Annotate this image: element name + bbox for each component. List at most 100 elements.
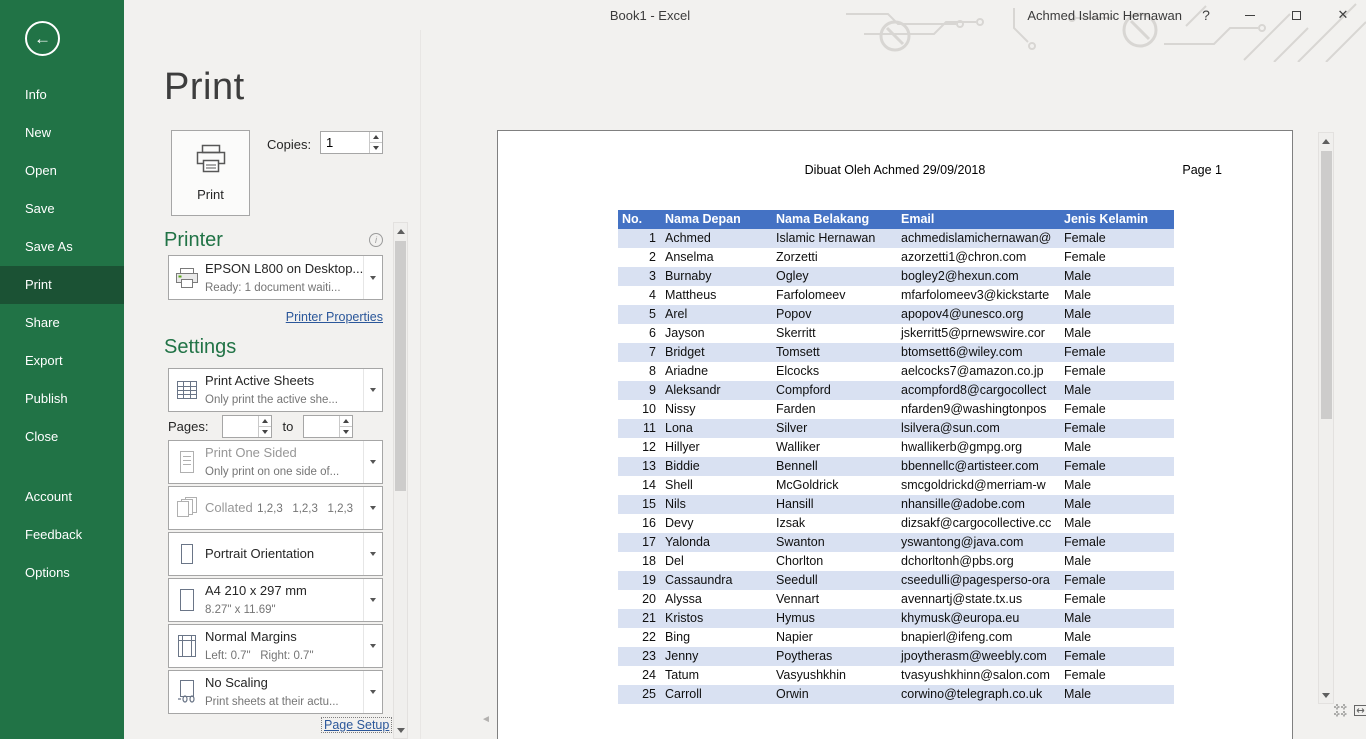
pages-label: Pages:	[168, 419, 208, 434]
table-cell: 19	[618, 571, 661, 590]
setting-title: Collated	[205, 500, 253, 515]
copies-decrement-button[interactable]	[370, 143, 382, 153]
table-cell: Female	[1060, 362, 1174, 381]
pages-to-decrement[interactable]	[340, 427, 352, 437]
scroll-down-button[interactable]	[394, 722, 407, 738]
zoom-to-page-icon	[1353, 703, 1366, 718]
table-row: 13BiddieBennellbbennellc@artisteer.comFe…	[618, 457, 1174, 476]
setting-subtitle: Left: 0.7" Right: 0.7"	[205, 650, 314, 662]
table-cell: Yalonda	[661, 533, 772, 552]
down-arrow-icon	[262, 430, 268, 434]
sidebar-item-export[interactable]: Export	[0, 342, 124, 380]
settings-scrollbar	[393, 222, 408, 739]
sidebar-item-info[interactable]: Info	[0, 76, 124, 114]
table-cell: 25	[618, 685, 661, 704]
sidebar-item-account[interactable]: Account	[0, 478, 124, 516]
help-button[interactable]: ?	[1193, 3, 1219, 27]
copies-increment-button[interactable]	[370, 132, 382, 143]
table-cell: Cassaundra	[661, 571, 772, 590]
printer-properties-link[interactable]: Printer Properties	[286, 310, 383, 324]
table-cell: Male	[1060, 552, 1174, 571]
up-arrow-icon	[373, 135, 379, 139]
table-cell: Chorlton	[772, 552, 897, 571]
table-cell: Bennell	[772, 457, 897, 476]
table-cell: 8	[618, 362, 661, 381]
pages-from-input[interactable]	[223, 416, 258, 437]
sidebar-item-save[interactable]: Save	[0, 190, 124, 228]
zoom-to-page-button[interactable]	[1352, 702, 1366, 718]
down-arrow-icon	[373, 146, 379, 150]
sidebar-item-open[interactable]: Open	[0, 152, 124, 190]
table-row: 2AnselmaZorzettiazorzetti1@chron.comFema…	[618, 248, 1174, 267]
table-cell: Compford	[772, 381, 897, 400]
chevron-down-icon	[370, 644, 376, 648]
preview-view-toggles	[1332, 702, 1366, 718]
column-header: Nama Depan	[661, 210, 772, 229]
sidebar-item-new[interactable]: New	[0, 114, 124, 152]
table-row: 7BridgetTomsettbtomsett6@wiley.comFemale	[618, 343, 1174, 362]
setting-orientation-dropdown[interactable]: Portrait Orientation	[168, 532, 383, 576]
page-setup-link[interactable]: Page Setup	[321, 717, 392, 733]
setting-paper-size-dropdown[interactable]: A4 210 x 297 mm 8.27" x 11.69"	[168, 578, 383, 622]
sidebar-item-feedback[interactable]: Feedback	[0, 516, 124, 554]
setting-scaling-dropdown[interactable]: No Scaling Print sheets at their actu...	[168, 670, 383, 714]
table-cell: 6	[618, 324, 661, 343]
scrollbar-thumb[interactable]	[1321, 151, 1332, 419]
chevron-down-icon	[370, 690, 376, 694]
copies-input[interactable]	[321, 132, 369, 153]
table-cell: Farden	[772, 400, 897, 419]
table-cell: apopov4@unesco.org	[897, 305, 1060, 324]
account-user-name[interactable]: Achmed Islamic Hernawan	[1027, 8, 1182, 23]
table-cell: bogley2@hexun.com	[897, 267, 1060, 286]
sidebar-item-share[interactable]: Share	[0, 304, 124, 342]
table-cell: Seedull	[772, 571, 897, 590]
table-row: 12HillyerWallikerhwallikerb@gmpg.orgMale	[618, 438, 1174, 457]
sidebar-item-close[interactable]: Close	[0, 418, 124, 456]
table-cell: Zorzetti	[772, 248, 897, 267]
pages-to-increment[interactable]	[340, 416, 352, 427]
show-margins-button[interactable]	[1332, 702, 1348, 718]
sidebar-item-publish[interactable]: Publish	[0, 380, 124, 418]
maximize-button[interactable]	[1283, 3, 1309, 27]
table-cell: tvasyushkhinn@salon.com	[897, 666, 1060, 685]
minimize-button[interactable]	[1237, 3, 1263, 27]
scroll-down-icon	[397, 728, 405, 733]
info-icon[interactable]	[369, 233, 383, 247]
scroll-up-button[interactable]	[1319, 133, 1333, 149]
back-button[interactable]: ←	[25, 21, 60, 56]
table-cell: Kristos	[661, 609, 772, 628]
table-cell: Female	[1060, 343, 1174, 362]
close-button[interactable]: ✕	[1330, 3, 1356, 27]
table-row: 17YalondaSwantonyswantong@java.comFemale	[618, 533, 1174, 552]
sidebar-item-save-as[interactable]: Save As	[0, 228, 124, 266]
pages-from-increment[interactable]	[259, 416, 271, 427]
setting-duplex-dropdown[interactable]: Print One Sided Only print on one side o…	[168, 440, 383, 484]
pages-from-decrement[interactable]	[259, 427, 271, 437]
table-cell: Female	[1060, 229, 1174, 248]
scroll-up-button[interactable]	[394, 223, 407, 239]
table-cell: Vasyushkhin	[772, 666, 897, 685]
setting-margins-dropdown[interactable]: Normal Margins Left: 0.7" Right: 0.7"	[168, 624, 383, 668]
scrollbar-thumb[interactable]	[395, 241, 406, 491]
table-row: 23JennyPoytherasjpoytherasm@weebly.comFe…	[618, 647, 1174, 666]
table-cell: Female	[1060, 533, 1174, 552]
previous-page-button[interactable]: ◄	[481, 714, 491, 725]
table-cell: Bing	[661, 628, 772, 647]
printer-select-dropdown[interactable]: EPSON L800 on Desktop... Ready: 1 docume…	[168, 255, 383, 300]
sidebar-item-print[interactable]: Print	[0, 266, 124, 304]
table-cell: Tatum	[661, 666, 772, 685]
table-cell: hwallikerb@gmpg.org	[897, 438, 1060, 457]
table-cell: Male	[1060, 609, 1174, 628]
scroll-down-button[interactable]	[1319, 687, 1333, 703]
pages-to-input[interactable]	[304, 416, 339, 437]
print-button[interactable]: Print	[171, 130, 250, 216]
table-cell: Male	[1060, 305, 1174, 324]
setting-collation-dropdown[interactable]: Collated 1,2,3 1,2,3 1,2,3	[168, 486, 383, 530]
pages-to-stepper	[303, 415, 353, 438]
table-row: 11LonaSilverlsilvera@sun.comFemale	[618, 419, 1174, 438]
table-cell: Male	[1060, 381, 1174, 400]
sidebar-item-options[interactable]: Options	[0, 554, 124, 592]
setting-what-to-print-dropdown[interactable]: Print Active Sheets Only print the activ…	[168, 368, 383, 412]
table-cell: Male	[1060, 476, 1174, 495]
table-cell: 4	[618, 286, 661, 305]
